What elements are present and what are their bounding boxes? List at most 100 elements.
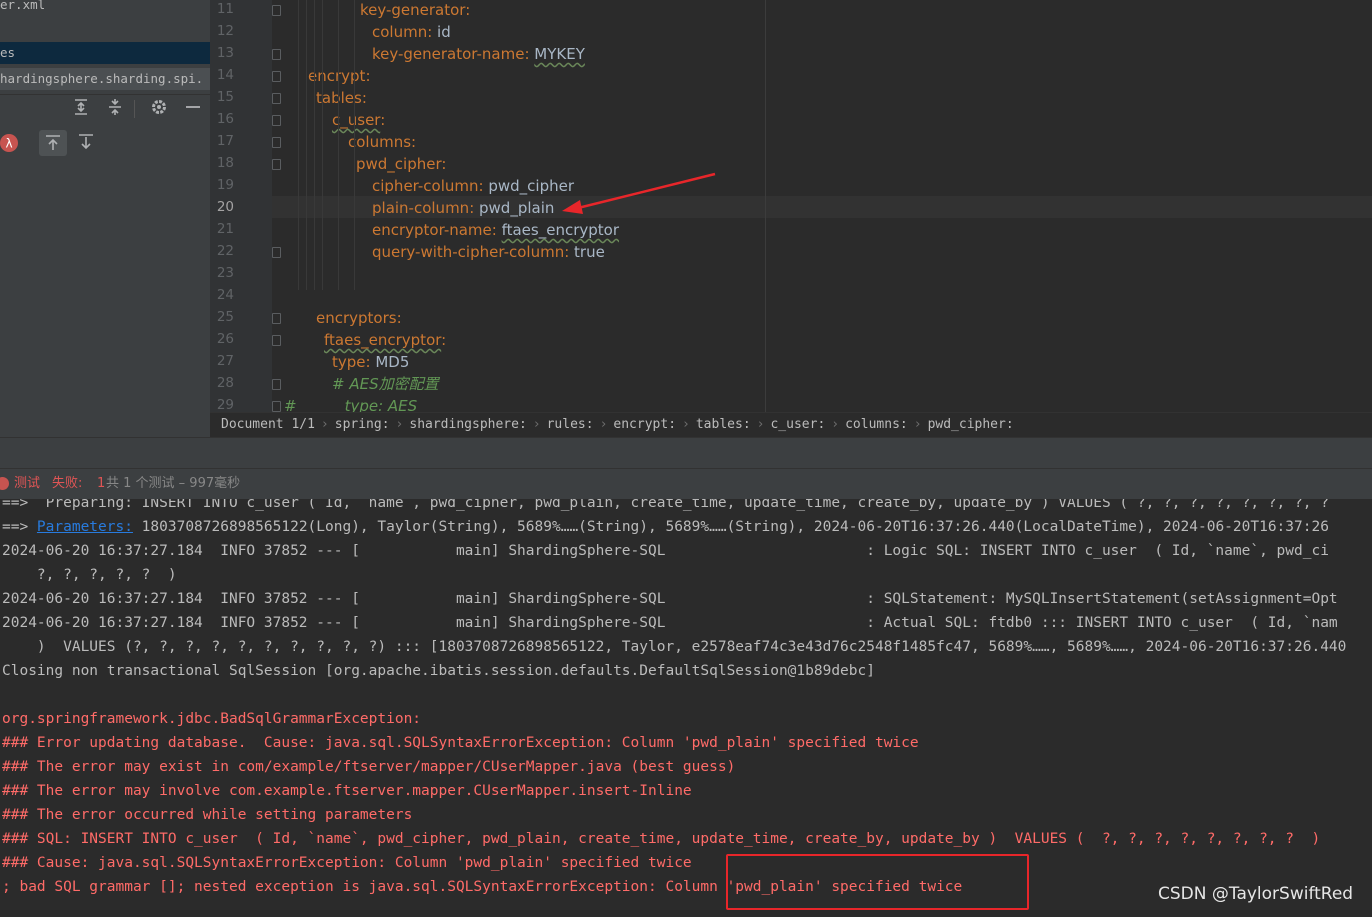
- yaml-separator: :: [465, 1, 471, 19]
- fold-marker[interactable]: [272, 313, 281, 324]
- line-number: 17: [216, 133, 234, 149]
- toolbar-divider: [134, 100, 135, 118]
- line-number: 25: [216, 309, 234, 325]
- tree-item[interactable]: er.xml: [0, 0, 210, 16]
- console-output[interactable]: ==> Preparing: INSERT INTO c_user ( Id, …: [0, 499, 1372, 917]
- yaml-key: encrypt: [308, 67, 366, 85]
- breadcrumb-item[interactable]: rules:: [547, 417, 594, 432]
- breadcrumb-item[interactable]: columns:: [845, 417, 908, 432]
- yaml-key: ftaes_encryptor: [324, 331, 442, 349]
- line-number: 28: [216, 375, 234, 391]
- line-number: 18: [216, 155, 234, 171]
- code-line[interactable]: pwd_cipher:: [356, 153, 446, 175]
- console-line: ?, ?, ?, ?, ? ): [2, 567, 177, 583]
- breadcrumb-item[interactable]: tables:: [696, 417, 751, 432]
- code-line[interactable]: # type: AES: [284, 395, 417, 412]
- yaml-separator: :: [365, 353, 376, 371]
- console-line: 2024-06-20 16:37:27.184 INFO 37852 --- […: [2, 543, 1329, 559]
- svg-text:λ: λ: [5, 137, 12, 151]
- console-error-line: ### SQL: INSERT INTO c_user ( Id, `name`…: [2, 831, 1321, 847]
- yaml-key: column: [372, 23, 428, 41]
- code-line[interactable]: column: id: [372, 21, 451, 43]
- breadcrumb: Document 1/1 › spring: › shardingsphere: › rul…: [210, 412, 1372, 437]
- console-line: ) VALUES (?, ?, ?, ?, ?, ?, ?, ?, ?, ?) …: [2, 639, 1347, 655]
- yaml-separator: :: [491, 221, 502, 239]
- fold-marker[interactable]: [272, 379, 281, 390]
- indent-guide: [354, 0, 355, 290]
- test-fail-count: 1: [97, 476, 106, 491]
- breadcrumb-separator-icon: ›: [599, 417, 608, 432]
- lambda-icon[interactable]: λ: [0, 132, 20, 154]
- yaml-value: MYKEY: [534, 45, 585, 63]
- breadcrumb-item[interactable]: shardingsphere:: [409, 417, 526, 432]
- code-line[interactable]: type: MD5: [332, 351, 409, 373]
- yaml-key: type: [332, 353, 366, 371]
- yaml-key: encryptor-name: [372, 221, 492, 239]
- code-line[interactable]: columns:: [348, 131, 416, 153]
- code-line[interactable]: query-with-cipher-column: true: [372, 241, 605, 263]
- code-line[interactable]: key-generator:: [360, 0, 470, 21]
- code-line[interactable]: encrypt:: [308, 65, 371, 87]
- minimize-icon[interactable]: [182, 98, 204, 120]
- console-prefix: ==>: [2, 519, 37, 535]
- gear-icon[interactable]: [148, 98, 170, 120]
- code-line[interactable]: encryptor-name: ftaes_encryptor: [372, 219, 619, 241]
- parameters-link[interactable]: Parameters:: [37, 519, 133, 535]
- code-line[interactable]: c_user:: [332, 109, 385, 131]
- line-number: 26: [216, 331, 234, 347]
- line-number: 27: [216, 353, 234, 369]
- fold-marker[interactable]: [272, 159, 281, 170]
- panel-divider[interactable]: [0, 437, 1372, 469]
- breadcrumb-item[interactable]: encrypt:: [613, 417, 676, 432]
- yaml-separator: :: [411, 133, 417, 151]
- code-line[interactable]: key-generator-name: MYKEY: [372, 43, 585, 65]
- fold-marker[interactable]: [272, 335, 281, 346]
- fold-marker[interactable]: [272, 5, 281, 16]
- fold-marker[interactable]: [272, 71, 281, 82]
- scroll-down-icon[interactable]: [75, 132, 97, 154]
- breadcrumb-item[interactable]: spring:: [335, 417, 390, 432]
- scroll-up-icon[interactable]: [39, 130, 67, 156]
- fold-marker[interactable]: [272, 49, 281, 60]
- indent-guide: [322, 0, 323, 290]
- fold-marker[interactable]: [272, 401, 281, 412]
- code-line[interactable]: # AES加密配置: [332, 373, 439, 395]
- tree-item-selected[interactable]: es: [0, 42, 210, 64]
- tree-item-tooltip: hardingsphere.sharding.spi.: [0, 68, 210, 90]
- console-line: ==> Preparing: INSERT INTO c_user ( Id, …: [2, 499, 1329, 511]
- code-line[interactable]: ftaes_encryptor:: [324, 329, 446, 351]
- line-number: 14: [216, 67, 234, 83]
- fold-marker[interactable]: [272, 115, 281, 126]
- right-margin-guide: [765, 0, 766, 412]
- code-comment: #: [284, 397, 297, 412]
- code-editor[interactable]: 11 12 13 14 15 16 17 18 19 20 21 22 23 24 25 26 27 28 29 k…: [210, 0, 1372, 412]
- yaml-separator: :: [365, 67, 371, 85]
- fold-marker[interactable]: [272, 93, 281, 104]
- yaml-key: query-with-cipher-column: [372, 243, 565, 261]
- code-line[interactable]: plain-column: pwd_plain: [372, 197, 554, 219]
- line-number: 12: [216, 23, 234, 39]
- code-line[interactable]: tables:: [316, 87, 367, 109]
- fold-marker[interactable]: [272, 247, 281, 258]
- indent-guide: [338, 0, 339, 290]
- yaml-value: MD5: [375, 353, 410, 371]
- annotation-arrow: [562, 172, 716, 214]
- line-number: 21: [216, 221, 234, 237]
- yaml-key: key-generator: [360, 1, 466, 19]
- code-line[interactable]: encryptors:: [316, 307, 402, 329]
- line-number: 20: [216, 199, 234, 215]
- code-line[interactable]: cipher-column: pwd_cipher: [372, 175, 574, 197]
- fold-marker[interactable]: [272, 137, 281, 148]
- breadcrumb-item[interactable]: c_user:: [770, 417, 825, 432]
- line-number: 24: [216, 287, 234, 303]
- breadcrumb-item[interactable]: pwd_cipher:: [928, 417, 1014, 432]
- yaml-separator: :: [478, 177, 489, 195]
- yaml-separator: :: [524, 45, 535, 63]
- console-error-line: ### The error occurred while setting par…: [2, 807, 413, 823]
- document-indicator[interactable]: Document 1/1: [221, 417, 315, 432]
- test-summary: 共 1 个测试 – 997毫秒: [106, 476, 241, 491]
- console-error-line: ### Cause: java.sql.SQLSyntaxErrorExcept…: [2, 855, 692, 871]
- expand-all-icon[interactable]: [70, 98, 92, 120]
- collapse-all-icon[interactable]: [104, 98, 126, 120]
- line-number: 16: [216, 111, 234, 127]
